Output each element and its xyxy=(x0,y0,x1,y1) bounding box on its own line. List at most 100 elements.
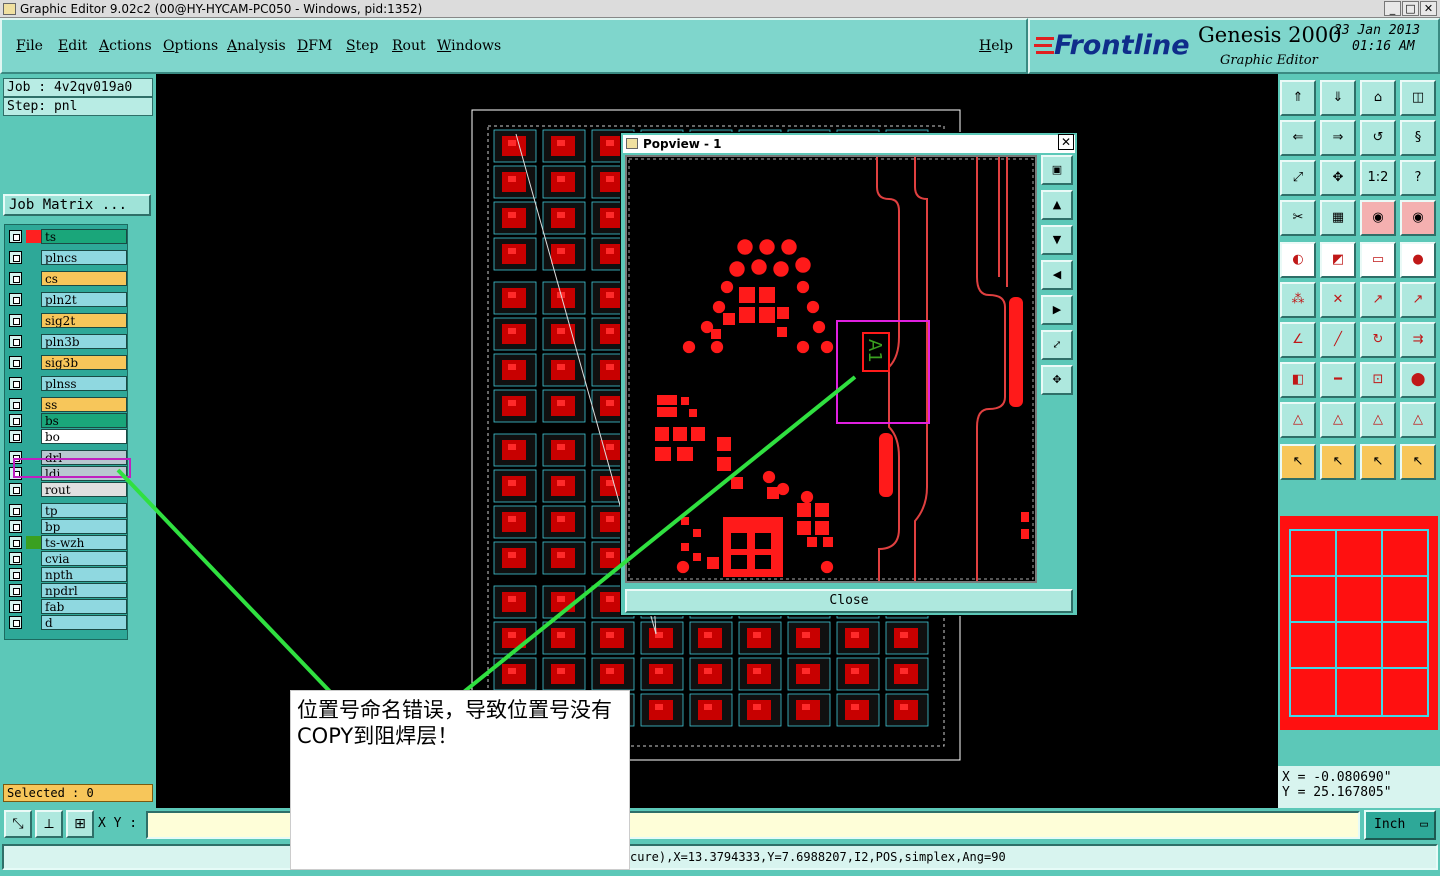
layer-name[interactable]: plnss xyxy=(41,376,127,391)
tool-button-1-2[interactable]: ↺ xyxy=(1360,120,1396,156)
window-titlebar[interactable]: Graphic Editor 9.02c2 (00@HY-HYCAM-PC050… xyxy=(0,0,1440,18)
layer-name[interactable]: npdrl xyxy=(41,583,127,598)
grid-snap-icon[interactable]: ⊞ xyxy=(66,810,94,838)
tool-button-6-1[interactable]: ╱ xyxy=(1320,322,1356,358)
layer-color-swatch[interactable] xyxy=(26,272,41,285)
layer-name[interactable]: bo xyxy=(41,429,127,444)
layer-name[interactable]: fab xyxy=(41,599,127,614)
layer-name[interactable]: d xyxy=(41,615,127,630)
tool-button-9-2[interactable]: ↖ xyxy=(1360,444,1396,480)
layer-checkbox[interactable] xyxy=(9,568,22,581)
layer-checkbox[interactable] xyxy=(9,552,22,565)
minimize-button[interactable]: _ xyxy=(1384,1,1401,16)
layer-color-swatch[interactable] xyxy=(26,356,41,369)
layer-row-ts-wzh[interactable]: ts-wzh xyxy=(7,535,127,550)
layer-name[interactable]: ts-wzh xyxy=(41,535,127,550)
layer-name[interactable]: plncs xyxy=(41,250,127,265)
tool-button-1-3[interactable]: § xyxy=(1400,120,1436,156)
tool-button-3-2[interactable]: ◉ xyxy=(1360,200,1396,236)
popview-tool-1[interactable]: ▣ xyxy=(1041,155,1073,185)
measure-icon[interactable]: ⟂ xyxy=(35,810,63,838)
layer-color-swatch[interactable] xyxy=(26,584,41,597)
tool-button-6-2[interactable]: ↻ xyxy=(1360,322,1396,358)
layer-row-ts[interactable]: ts xyxy=(7,229,127,244)
layer-checkbox[interactable] xyxy=(9,293,22,306)
menu-rout[interactable]: Rout xyxy=(392,38,426,54)
layer-checkbox[interactable] xyxy=(9,356,22,369)
tool-button-4-3[interactable]: ● xyxy=(1400,242,1436,278)
popview-tool-6[interactable]: ⤢ xyxy=(1041,330,1073,360)
layer-name[interactable]: rout xyxy=(41,482,127,497)
layer-row-plncs[interactable]: plncs xyxy=(7,250,127,265)
popview-tool-5[interactable]: ▶ xyxy=(1041,295,1073,325)
layer-row-plnss[interactable]: plnss xyxy=(7,376,127,391)
layer-row-rout[interactable]: rout xyxy=(7,482,127,497)
popview-title[interactable]: Popview - 1 xyxy=(623,135,1075,153)
layer-row-pln2t[interactable]: pln2t xyxy=(7,292,127,307)
panel-map-preview[interactable] xyxy=(1280,516,1438,730)
layer-color-swatch[interactable] xyxy=(26,552,41,565)
popview-tool-3[interactable]: ▼ xyxy=(1041,225,1073,255)
layer-row-fab[interactable]: fab xyxy=(7,599,127,614)
layer-name[interactable]: ss xyxy=(41,397,127,412)
tool-button-6-0[interactable]: ∠ xyxy=(1280,322,1316,358)
zoom-box-icon[interactable]: ⤡ xyxy=(4,810,32,838)
layer-row-sig3b[interactable]: sig3b xyxy=(7,355,127,370)
layer-color-swatch[interactable] xyxy=(26,520,41,533)
close-window-button[interactable]: ✕ xyxy=(1420,1,1437,16)
layer-row-tp[interactable]: tp xyxy=(7,503,127,518)
layer-row-d[interactable]: d xyxy=(7,615,127,630)
job-matrix-button[interactable]: Job Matrix ... xyxy=(3,194,151,216)
layer-color-swatch[interactable] xyxy=(26,536,41,549)
tool-button-5-0[interactable]: ⁂ xyxy=(1280,282,1316,318)
menu-step[interactable]: Step xyxy=(346,38,378,54)
layer-name[interactable]: pln3b xyxy=(41,334,127,349)
popview-close-icon[interactable]: ✕ xyxy=(1058,134,1074,150)
popview-canvas[interactable]: A1 xyxy=(625,155,1037,583)
layer-name[interactable]: cs xyxy=(41,271,127,286)
layer-checkbox[interactable] xyxy=(9,314,22,327)
maximize-button[interactable]: □ xyxy=(1402,1,1419,16)
menu-help[interactable]: Help xyxy=(979,38,1013,54)
tool-button-5-3[interactable]: ↗ xyxy=(1400,282,1436,318)
layer-color-swatch[interactable] xyxy=(26,251,41,264)
layer-checkbox[interactable] xyxy=(9,414,22,427)
popview-close-button[interactable]: Close xyxy=(625,589,1073,613)
layer-color-swatch[interactable] xyxy=(26,230,41,243)
layer-row-ss[interactable]: ss xyxy=(7,397,127,412)
tool-button-9-1[interactable]: ↖ xyxy=(1320,444,1356,480)
menu-options[interactable]: Options xyxy=(163,38,218,54)
layer-checkbox[interactable] xyxy=(9,600,22,613)
layer-checkbox[interactable] xyxy=(9,398,22,411)
tool-button-8-1[interactable]: △ xyxy=(1320,402,1356,438)
layer-row-cs[interactable]: cs xyxy=(7,271,127,286)
layer-name[interactable]: bs xyxy=(41,413,127,428)
layer-checkbox[interactable] xyxy=(9,520,22,533)
tool-button-4-2[interactable]: ▭ xyxy=(1360,242,1396,278)
tool-button-8-3[interactable]: △ xyxy=(1400,402,1436,438)
layer-name[interactable]: tp xyxy=(41,503,127,518)
tool-button-5-1[interactable]: ✕ xyxy=(1320,282,1356,318)
layer-checkbox[interactable] xyxy=(9,616,22,629)
units-select[interactable]: Inch ▭ xyxy=(1364,810,1436,840)
layer-checkbox[interactable] xyxy=(9,230,22,243)
layer-name[interactable]: bp xyxy=(41,519,127,534)
tool-button-7-0[interactable]: ◧ xyxy=(1280,362,1316,398)
layer-color-swatch[interactable] xyxy=(26,504,41,517)
layer-row-cvia[interactable]: cvia xyxy=(7,551,127,566)
tool-button-2-2[interactable]: 1:2 xyxy=(1360,160,1396,196)
layer-color-swatch[interactable] xyxy=(26,293,41,306)
tool-button-5-2[interactable]: ↗ xyxy=(1360,282,1396,318)
layer-checkbox[interactable] xyxy=(9,584,22,597)
layer-row-sig2t[interactable]: sig2t xyxy=(7,313,127,328)
layer-color-swatch[interactable] xyxy=(26,314,41,327)
layer-checkbox[interactable] xyxy=(9,377,22,390)
tool-button-4-1[interactable]: ◩ xyxy=(1320,242,1356,278)
tool-button-3-1[interactable]: ▦ xyxy=(1320,200,1356,236)
popview-tool-2[interactable]: ▲ xyxy=(1041,190,1073,220)
tool-button-7-1[interactable]: ━ xyxy=(1320,362,1356,398)
layer-color-swatch[interactable] xyxy=(26,568,41,581)
tool-button-1-1[interactable]: ⇒ xyxy=(1320,120,1356,156)
tool-button-1-0[interactable]: ⇐ xyxy=(1280,120,1316,156)
tool-button-9-0[interactable]: ↖ xyxy=(1280,444,1316,480)
